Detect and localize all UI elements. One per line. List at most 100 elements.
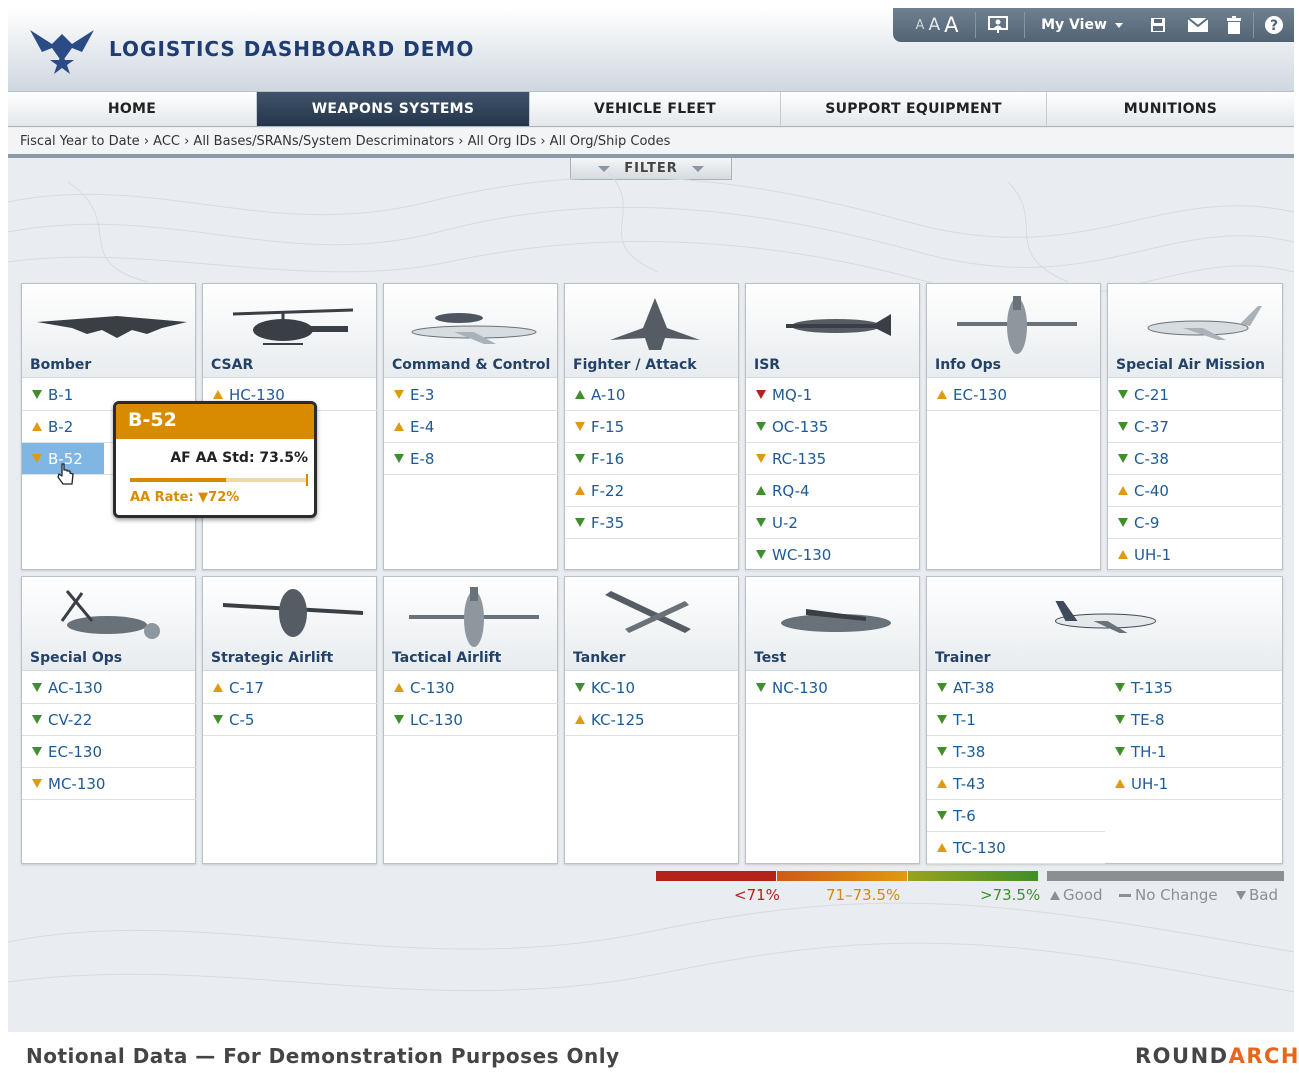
aircraft-item-f-35[interactable]: F-35 xyxy=(565,507,740,539)
aircraft-name: T-135 xyxy=(1131,678,1173,697)
aircraft-item-uh-1[interactable]: UH-1 xyxy=(1108,539,1284,571)
aircraft-item-mc-130[interactable]: MC-130 xyxy=(22,768,197,800)
breadcrumb[interactable]: Fiscal Year to Date › ACC › All Bases/SR… xyxy=(8,128,1294,158)
tab-support-equipment[interactable]: SUPPORT EQUIPMENT xyxy=(781,92,1047,126)
aircraft-item-ec-130[interactable]: EC-130 xyxy=(927,379,1102,411)
aircraft-item-wc-130[interactable]: WC-130 xyxy=(746,539,921,571)
aircraft-item-c-21[interactable]: C-21 xyxy=(1108,379,1284,411)
utility-bar: A A A My View ? xyxy=(893,8,1294,42)
air-force-logo xyxy=(30,30,94,74)
category-title: Tactical Airlift xyxy=(392,650,502,666)
aircraft-item-f-15[interactable]: F-15 xyxy=(565,411,740,443)
up-arrow-icon xyxy=(575,715,585,724)
legend-mid-label: 71–73.5% xyxy=(826,886,901,904)
tanker-aircraft-image xyxy=(605,591,691,633)
aircraft-item-e-3[interactable]: E-3 xyxy=(384,379,559,411)
up-arrow-icon xyxy=(394,683,404,692)
font-small-button[interactable]: A xyxy=(916,18,925,33)
aircraft-name: TH-1 xyxy=(1131,742,1167,761)
category-header: Info Ops xyxy=(927,284,1100,378)
aircraft-name: EC-130 xyxy=(48,742,102,761)
aircraft-item-th-1[interactable]: TH-1 xyxy=(1105,736,1283,768)
legend-low-bar xyxy=(656,871,776,881)
aircraft-name: E-3 xyxy=(410,385,435,404)
down-arrow-icon xyxy=(937,811,947,820)
tab-weapons-systems[interactable]: WEAPONS SYSTEMS xyxy=(257,92,530,126)
aircraft-item-ac-130[interactable]: AC-130 xyxy=(22,672,197,704)
aircraft-item-rc-135[interactable]: RC-135 xyxy=(746,443,921,475)
mail-icon[interactable] xyxy=(1183,8,1213,42)
aircraft-name: U-2 xyxy=(772,513,798,532)
aircraft-item-ec-130[interactable]: EC-130 xyxy=(22,736,197,768)
down-arrow-icon xyxy=(32,747,42,756)
up-arrow-icon xyxy=(1115,779,1125,788)
tab-vehicle-fleet[interactable]: VEHICLE FLEET xyxy=(530,92,781,126)
tiltrotor-image xyxy=(60,590,160,639)
aircraft-item-t-1[interactable]: T-1 xyxy=(927,704,1105,736)
category-card: Tanker KC-10 KC-125 xyxy=(564,576,740,864)
save-icon[interactable] xyxy=(1143,8,1173,42)
aircraft-item-c-38[interactable]: C-38 xyxy=(1108,443,1284,475)
aircraft-item-t-43[interactable]: T-43 xyxy=(927,768,1105,800)
aircraft-item-c-130[interactable]: C-130 xyxy=(384,672,559,704)
up-arrow-icon xyxy=(394,422,404,431)
aircraft-name: LC-130 xyxy=(410,710,463,729)
aircraft-tooltip: B-52 AF AA Std: 73.5% AA Rate: ▼72% xyxy=(113,401,317,518)
cargo-aircraft-image xyxy=(957,296,1077,354)
aircraft-item-u-2[interactable]: U-2 xyxy=(746,507,921,539)
my-view-dropdown[interactable]: My View xyxy=(1032,8,1132,42)
down-arrow-icon xyxy=(575,683,585,692)
aircraft-item-c-37[interactable]: C-37 xyxy=(1108,411,1284,443)
down-arrow-icon xyxy=(575,422,585,431)
aircraft-item-uh-1[interactable]: UH-1 xyxy=(1105,768,1283,800)
help-icon[interactable]: ? xyxy=(1261,8,1287,42)
trash-icon[interactable] xyxy=(1221,8,1247,42)
aircraft-item-kc-125[interactable]: KC-125 xyxy=(565,704,740,736)
down-arrow-icon xyxy=(575,518,585,527)
aircraft-name: CV-22 xyxy=(48,710,93,729)
aircraft-item-a-10[interactable]: A-10 xyxy=(565,379,740,411)
aircraft-item-c-40[interactable]: C-40 xyxy=(1108,475,1284,507)
aircraft-item-c-9[interactable]: C-9 xyxy=(1108,507,1284,539)
tab-munitions[interactable]: MUNITIONS xyxy=(1047,92,1294,126)
aircraft-item-cv-22[interactable]: CV-22 xyxy=(22,704,197,736)
tab-home[interactable]: HOME xyxy=(8,92,257,126)
aircraft-name: NC-130 xyxy=(772,678,828,697)
category-header: ISR xyxy=(746,284,919,378)
aircraft-item-te-8[interactable]: TE-8 xyxy=(1105,704,1283,736)
aircraft-item-c-5[interactable]: C-5 xyxy=(203,704,378,736)
font-large-button[interactable]: A xyxy=(944,13,958,37)
font-medium-button[interactable]: A xyxy=(928,15,940,35)
down-arrow-icon xyxy=(575,454,585,463)
aircraft-item-rq-4[interactable]: RQ-4 xyxy=(746,475,921,507)
aircraft-item-kc-10[interactable]: KC-10 xyxy=(565,672,740,704)
up-arrow-icon xyxy=(213,683,223,692)
heavy-transport-image xyxy=(223,589,363,637)
aircraft-item-t-38[interactable]: T-38 xyxy=(927,736,1105,768)
aircraft-item-at-38[interactable]: AT-38 xyxy=(927,672,1105,704)
up-arrow-icon xyxy=(575,390,585,399)
aircraft-item-t-135[interactable]: T-135 xyxy=(1105,672,1283,704)
down-arrow-icon xyxy=(756,390,766,399)
presentation-icon[interactable] xyxy=(983,8,1013,42)
aircraft-item-lc-130[interactable]: LC-130 xyxy=(384,704,559,736)
aircraft-item-e-4[interactable]: E-4 xyxy=(384,411,559,443)
app-title: LOGISTICS DASHBOARD DEMO xyxy=(109,37,475,61)
down-arrow-icon xyxy=(32,715,42,724)
aircraft-name: UH-1 xyxy=(1131,774,1169,793)
aircraft-item-tc-130[interactable]: TC-130 xyxy=(927,832,1105,864)
tab-home-label: HOME xyxy=(107,101,157,117)
aircraft-item-e-8[interactable]: E-8 xyxy=(384,443,559,475)
aircraft-item-f-16[interactable]: F-16 xyxy=(565,443,740,475)
aircraft-item-mq-1[interactable]: MQ-1 xyxy=(746,379,921,411)
font-size-control: A A A xyxy=(907,8,967,42)
aircraft-name: C-17 xyxy=(229,678,264,697)
aircraft-item-f-22[interactable]: F-22 xyxy=(565,475,740,507)
down-arrow-icon xyxy=(937,715,947,724)
aircraft-item-nc-130[interactable]: NC-130 xyxy=(746,672,921,704)
aircraft-item-oc-135[interactable]: OC-135 xyxy=(746,411,921,443)
aircraft-item-c-17[interactable]: C-17 xyxy=(203,672,378,704)
category-card: Special Ops AC-130 CV-22 EC-130 MC-130 xyxy=(21,576,197,864)
aircraft-name: EC-130 xyxy=(953,385,1007,404)
aircraft-item-t-6[interactable]: T-6 xyxy=(927,800,1105,832)
